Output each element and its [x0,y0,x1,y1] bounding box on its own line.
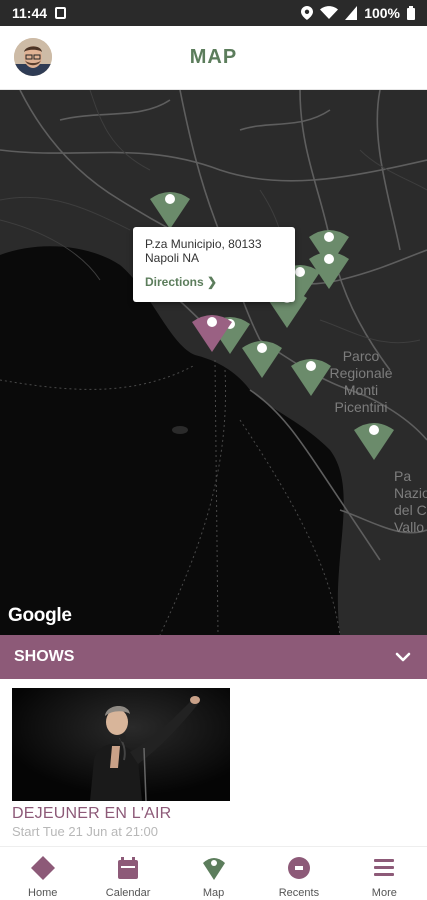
battery-percent: 100% [364,5,400,21]
map-marker[interactable] [352,418,396,470]
map-marker[interactable] [240,336,284,388]
nav-item-calendar[interactable]: Calendar [85,847,170,900]
calendar-icon [118,857,139,879]
map-label-parco: Parco Regionale Monti Picentini [329,348,393,415]
app-root: 11:44 100% MAP Parco Regionale Monti Pic… [0,0,427,900]
map-marker[interactable] [289,354,333,406]
nav-label: Home [28,887,58,899]
shows-section-title: SHOWS [14,648,75,665]
status-bar: 11:44 100% [0,0,427,26]
nav-label: More [371,887,397,899]
avatar[interactable] [14,38,52,76]
ticket-icon [287,857,310,879]
status-time: 11:44 [12,5,48,21]
map-marker-selected[interactable] [190,310,234,362]
google-attribution: Google [8,605,72,626]
show-card[interactable]: DEJEUNER EN L'AIR Start Tue 21 Jun at 21… [12,688,230,839]
location-icon [301,6,314,20]
show-image[interactable] [12,688,230,801]
bottom-navigation: Home Calendar Map Recents More [0,846,427,900]
page-title: MAP [189,46,238,68]
diamond-icon [30,856,55,880]
popup-address: P.za Municipio, 80133 Napoli NA [145,237,262,265]
signal-icon [345,6,358,20]
nav-label: Calendar [105,887,151,899]
nav-item-map[interactable]: Map [171,847,256,900]
shows-section-header[interactable]: SHOWS [0,635,427,679]
map-label-nazionale: Pa Nazio del Ci Vallo [394,468,427,535]
menu-icon [374,859,395,876]
nav-item-recents[interactable]: Recents [256,847,341,900]
map-pin-icon [202,858,225,880]
nav-label: Map [202,887,225,899]
status-icons: 100% [301,5,415,21]
app-header: MAP [0,26,427,90]
chevron-down-icon[interactable] [393,647,413,667]
nav-item-home[interactable]: Home [0,847,85,900]
map-info-popup: P.za Municipio, 80133 Napoli NA Directio… [133,227,295,302]
show-date: Start Tue 21 Jun at 21:00 [12,824,158,839]
directions-link[interactable]: Directions ❯ [145,275,217,289]
battery-icon [407,6,415,20]
nav-label: Recents [278,887,320,899]
notification-icon [55,7,67,19]
nav-item-more[interactable]: More [342,847,427,900]
wifi-icon [320,6,339,19]
map-view[interactable]: Parco Regionale Monti Picentini Pa Nazio… [0,90,427,635]
show-title[interactable]: DEJEUNER EN L'AIR [12,805,230,823]
